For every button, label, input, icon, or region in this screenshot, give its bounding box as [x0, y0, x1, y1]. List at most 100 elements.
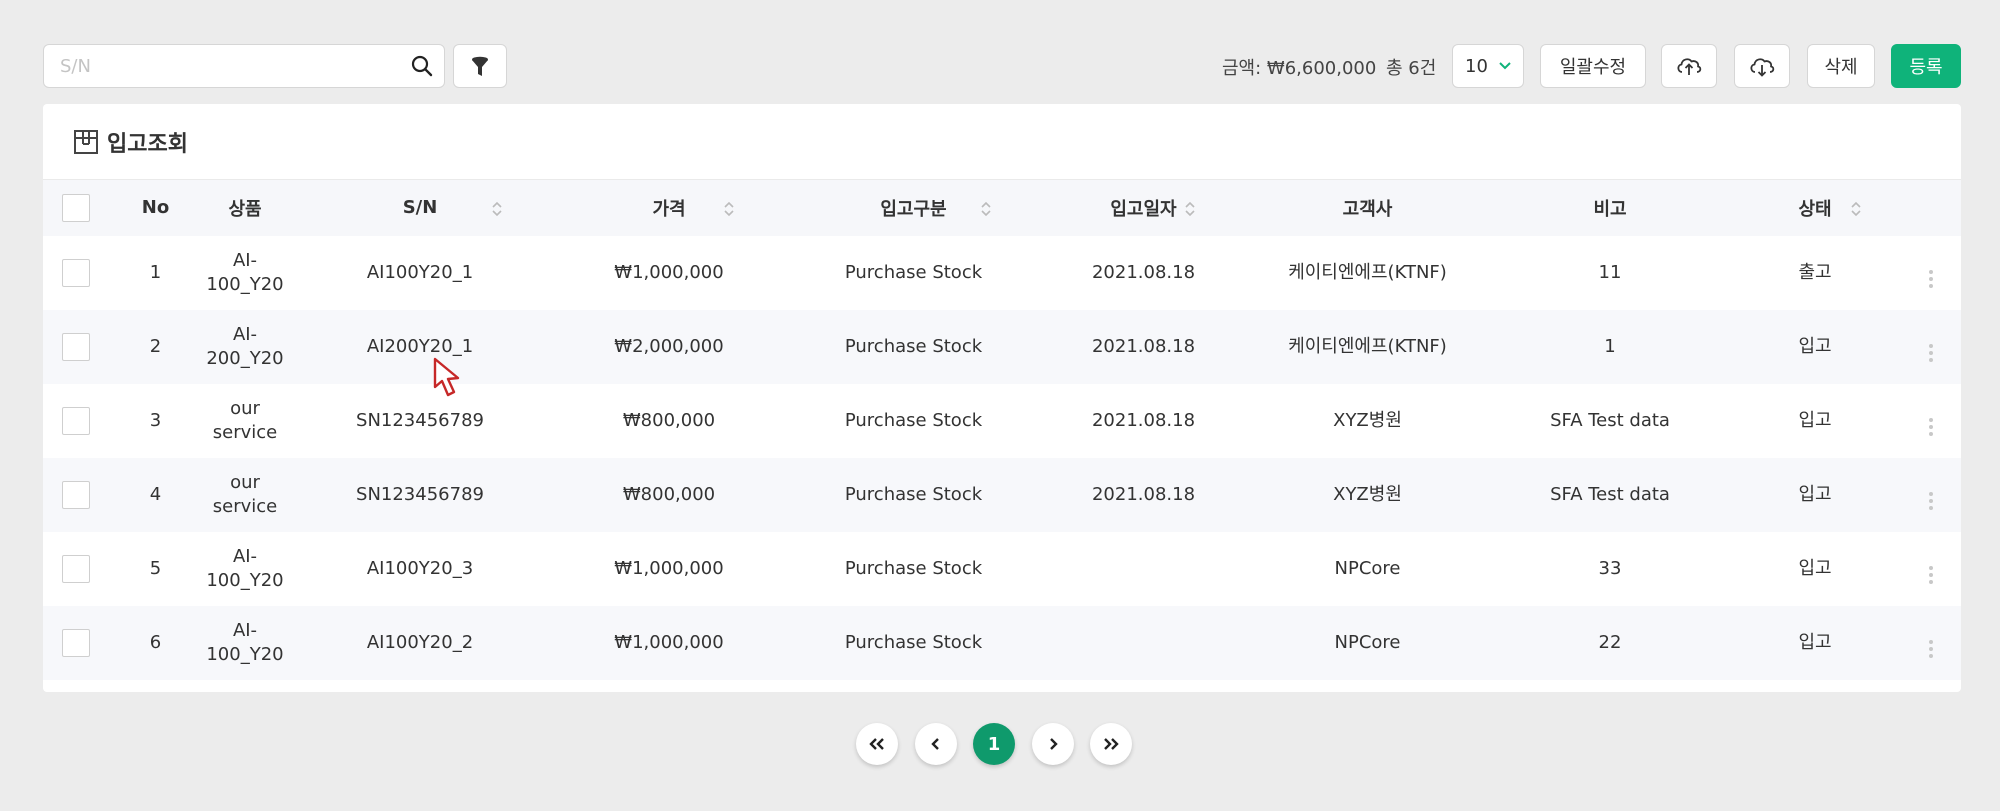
cell-receipt-type: Purchase Stock — [844, 483, 983, 505]
cell-note: SFA Test data — [1550, 409, 1670, 431]
cell-sn: SN123456789 — [356, 483, 484, 505]
card-header: 입고조회 — [73, 126, 188, 158]
last-page-button[interactable] — [1090, 723, 1132, 765]
row-checkbox[interactable] — [61, 554, 90, 583]
cell-customer: XYZ병원 — [1333, 483, 1402, 505]
header-no: No — [141, 197, 170, 219]
row-checkbox[interactable] — [61, 628, 90, 657]
row-actions-cell — [1900, 384, 1961, 458]
next-page-button[interactable] — [1032, 723, 1074, 765]
cell-receipt-date: 2021.08.18 — [1091, 261, 1196, 283]
cell-product: AI- 100_Y20 — [203, 532, 287, 606]
row-checkbox[interactable] — [61, 406, 90, 435]
prev-page-button[interactable] — [915, 723, 957, 765]
cell-sn: AI200Y20_1 — [366, 335, 474, 357]
cell-sn: AI100Y20_1 — [366, 261, 474, 283]
page-1-button[interactable]: 1 — [973, 723, 1015, 765]
sort-icon[interactable] — [491, 200, 503, 218]
header-status[interactable]: 상태 — [1730, 180, 1900, 236]
table-row[interactable]: 4 our service SN123456789 ₩800,000 Purcha… — [43, 457, 1961, 532]
bulk-edit-button[interactable]: 일괄수정 — [1540, 44, 1646, 88]
cell-status: 입고 — [1798, 409, 1832, 431]
header-receipt-type[interactable]: 입고구분 — [785, 180, 1042, 236]
kebab-menu-icon[interactable] — [1928, 270, 1933, 288]
row-select-cell — [43, 310, 108, 384]
header-receipt-type-label: 입고구분 — [880, 198, 947, 220]
cell-price: ₩800,000 — [622, 409, 716, 431]
cell-note: 1 — [1604, 335, 1616, 357]
cell-customer: NPCore — [1334, 557, 1401, 579]
row-checkbox[interactable] — [61, 258, 90, 287]
first-page-button[interactable] — [856, 723, 898, 765]
upload-button[interactable] — [1661, 44, 1717, 88]
header-receipt-date[interactable]: 입고일자 — [1042, 180, 1245, 236]
page-size-select[interactable]: 10 — [1452, 44, 1524, 88]
cell-customer: 케이티엔에프(KTNF) — [1288, 261, 1447, 283]
row-select-cell — [43, 606, 108, 680]
mouse-cursor-icon — [433, 357, 460, 397]
cloud-download-icon — [1750, 58, 1775, 77]
cell-no: 2 — [149, 335, 162, 357]
cell-note: 33 — [1598, 557, 1622, 579]
cell-price: ₩2,000,000 — [614, 335, 724, 357]
search-input[interactable] — [44, 45, 400, 87]
cell-status: 입고 — [1798, 631, 1832, 653]
sort-icon[interactable] — [980, 200, 992, 218]
cell-product-line1: our — [230, 471, 260, 493]
search-button[interactable] — [400, 45, 444, 87]
header-sn-label: S/N — [402, 197, 438, 219]
header-sn[interactable]: S/N — [287, 180, 553, 236]
filter-icon — [472, 56, 488, 76]
cell-no: 1 — [149, 261, 162, 283]
header-actions — [1900, 180, 1961, 236]
header-price-label: 가격 — [652, 198, 686, 220]
cell-no: 5 — [149, 557, 162, 579]
search-box — [43, 44, 445, 88]
header-receipt-date-label: 입고일자 — [1110, 198, 1177, 220]
table-row[interactable]: 5 AI- 100_Y20 AI100Y20_3 ₩1,000,000 Purch… — [43, 532, 1961, 606]
kebab-menu-icon[interactable] — [1928, 344, 1933, 362]
cell-receipt-date: 2021.08.18 — [1091, 409, 1196, 431]
row-actions-cell — [1900, 458, 1961, 532]
kebab-menu-icon[interactable] — [1928, 566, 1933, 584]
kebab-menu-icon[interactable] — [1928, 640, 1933, 658]
select-all-checkbox[interactable] — [61, 193, 90, 222]
row-checkbox[interactable] — [61, 332, 90, 361]
cell-receipt-type: Purchase Stock — [844, 335, 983, 357]
table-row[interactable]: 2 AI- 200_Y20 AI200Y20_1 ₩2,000,000 Purch… — [43, 309, 1961, 384]
cell-note: 22 — [1598, 631, 1622, 653]
cell-status: 입고 — [1798, 335, 1832, 357]
table-row[interactable]: 3 our service SN123456789 ₩800,000 Purcha… — [43, 384, 1961, 458]
cloud-upload-icon — [1677, 58, 1702, 75]
sort-icon[interactable] — [1184, 200, 1196, 218]
register-button[interactable]: 등록 — [1891, 44, 1961, 88]
page-title: 입고조회 — [107, 132, 188, 157]
kebab-menu-icon[interactable] — [1928, 492, 1933, 510]
cell-receipt-type: Purchase Stock — [844, 557, 983, 579]
sort-icon[interactable] — [1850, 200, 1862, 218]
cell-no: 4 — [149, 483, 162, 505]
cell-receipt-date: 2021.08.18 — [1091, 483, 1196, 505]
cell-product-line2: 200_Y20 — [206, 347, 284, 369]
header-price[interactable]: 가격 — [553, 180, 785, 236]
row-actions-cell — [1900, 310, 1961, 384]
cell-product: our service — [203, 384, 287, 458]
row-actions-cell — [1900, 236, 1961, 310]
kebab-menu-icon[interactable] — [1928, 418, 1933, 436]
table-row[interactable]: 6 AI- 100_Y20 AI100Y20_2 ₩1,000,000 Purch… — [43, 605, 1961, 680]
page-size-value: 10 — [1465, 55, 1488, 77]
table-row[interactable]: 1 AI- 100_Y20 AI100Y20_1 ₩1,000,000 Purch… — [43, 236, 1961, 310]
row-actions-cell — [1900, 532, 1961, 606]
download-button[interactable] — [1734, 44, 1790, 88]
cell-sn: AI100Y20_2 — [366, 631, 474, 653]
cell-receipt-date — [1042, 606, 1245, 680]
filter-button[interactable] — [453, 44, 507, 88]
cell-status: 출고 — [1798, 261, 1832, 283]
cell-receipt-type: Purchase Stock — [844, 631, 983, 653]
row-checkbox[interactable] — [61, 480, 90, 509]
delete-button[interactable]: 삭제 — [1807, 44, 1875, 88]
box-icon — [74, 130, 98, 154]
header-note: 비고 — [1593, 198, 1627, 220]
cell-product-line1: AI- — [232, 545, 258, 567]
sort-icon[interactable] — [723, 200, 735, 218]
